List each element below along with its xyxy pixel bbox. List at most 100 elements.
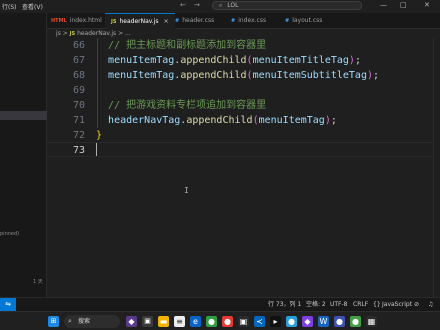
css-file-icon: #: [231, 18, 236, 24]
file-encoding[interactable]: UTF-8: [330, 298, 348, 311]
start-menu-icon[interactable]: ⊞: [48, 316, 59, 327]
code-line[interactable]: 70 // 把游戏资料专栏项追加到容器里: [47, 98, 427, 113]
line-endings[interactable]: CRLF: [353, 298, 368, 311]
js-file-icon: JS: [111, 19, 117, 25]
tab-layout-css[interactable]: # layout.css: [285, 13, 322, 29]
indentation-setting[interactable]: 空格: 2: [306, 298, 326, 311]
taskbar-search-label: 搜索: [78, 318, 91, 325]
terminal-icon[interactable]: ▸: [270, 316, 281, 327]
code-token: headerNavTag: [108, 115, 181, 126]
app-dark-icon[interactable]: ▣: [238, 316, 249, 327]
code-text: // 把主标题和副标题添加到容器里: [96, 38, 266, 53]
explorer-selected-item[interactable]: [0, 111, 47, 120]
minimize-button[interactable]: —: [380, 1, 387, 9]
code-line[interactable]: 69: [47, 83, 427, 98]
code-token: appendChild: [186, 115, 253, 126]
notifications-icon[interactable]: ♫: [428, 298, 433, 311]
taskbar-search[interactable]: ⌕ 搜索: [64, 315, 120, 328]
code-line[interactable]: 68 menuItemTag.appendChild(menuItemSubti…: [47, 68, 427, 83]
language-mode[interactable]: JavaScript: [382, 298, 412, 311]
code-line[interactable]: 67 menuItemTag.appendChild(menuItemTitle…: [47, 53, 427, 68]
editor-scrollbar[interactable]: [433, 38, 440, 297]
breadcrumb-symbol[interactable]: > ...: [118, 30, 131, 37]
cursor-position[interactable]: 行 73，列 1: [268, 298, 301, 311]
code-text: menuItemTag.appendChild(menuItemTitleTag…: [96, 53, 361, 68]
app-purple-icon[interactable]: ◆: [302, 316, 313, 327]
tab-header-css[interactable]: # header.css: [175, 13, 214, 29]
line-number: 70: [72, 100, 85, 111]
code-token: menuItemSubtitleTag: [252, 70, 367, 81]
html-file-icon: HTML: [51, 18, 67, 24]
breadcrumb-separator: >: [62, 30, 68, 37]
line-number: 68: [72, 70, 85, 81]
chrome-icon[interactable]: ●: [206, 316, 217, 327]
app-word-icon[interactable]: W: [318, 316, 329, 327]
code-token: menuItemTag: [108, 55, 175, 66]
code-token: }: [96, 130, 103, 141]
file-explorer-icon[interactable]: ▬: [158, 316, 169, 327]
back-arrow-icon[interactable]: ←: [180, 1, 186, 9]
css-file-icon: #: [285, 18, 290, 24]
breadcrumb-folder[interactable]: js: [56, 30, 61, 37]
tab-label: index.html: [69, 17, 102, 24]
js-file-icon: JS: [69, 31, 76, 37]
app-green-icon[interactable]: ●: [350, 316, 361, 327]
notepad-icon[interactable]: ≡: [174, 316, 185, 327]
code-line[interactable]: 71 headerNavTag.appendChild(menuItemTag)…: [47, 113, 427, 128]
breadcrumb-file[interactable]: headerNav.js: [77, 30, 116, 37]
tab-index-html[interactable]: HTML index.html: [51, 13, 102, 29]
explorer-sidebar: pinned) 1 天: [0, 13, 47, 297]
tab-label: header.css: [182, 17, 215, 24]
tab-headernav-js[interactable]: JS headerNav.js ×: [105, 13, 175, 29]
tab-index-css[interactable]: # index.css: [231, 13, 266, 29]
code-line[interactable]: 72}: [47, 128, 427, 143]
menu-item-view[interactable]: 查看(V): [22, 2, 43, 11]
breadcrumb: js > JS headerNav.js > ...: [56, 29, 131, 38]
search-icon: ⌕: [219, 2, 223, 9]
go-live-icon[interactable]: ⊘: [414, 298, 419, 311]
line-number: 67: [72, 55, 85, 66]
line-number: 66: [72, 40, 85, 51]
css-file-icon: #: [175, 18, 180, 24]
timeline-date: 1 天: [33, 279, 43, 285]
mouse-cursor-ibeam: I: [184, 186, 189, 195]
windows-taskbar: ⊞ ⌕ 搜索 ◆ ▣ ▬ ≡ e ● ● ▣ ≺ ▸ ● ◆ W ● ● ▦: [0, 311, 440, 330]
code-text: }: [96, 128, 102, 143]
command-center-search[interactable]: ⌕ LOL: [212, 1, 362, 10]
close-window-button[interactable]: ✕: [424, 1, 430, 9]
remote-indicator-icon[interactable]: ⇋: [0, 298, 16, 312]
code-line[interactable]: 73: [47, 143, 427, 158]
line-number: 72: [72, 130, 85, 141]
line-number: 69: [72, 85, 85, 96]
code-text: // 把游戏资料专栏项追加到容器里: [96, 98, 266, 113]
code-token: ;: [330, 115, 337, 126]
tab-label: layout.css: [292, 17, 323, 24]
editor-tabs: HTML index.html JS headerNav.js × # header.c…: [47, 13, 440, 29]
app-indigo-icon[interactable]: ●: [334, 316, 345, 327]
app-red-icon[interactable]: ●: [222, 316, 233, 327]
code-token: ;: [354, 55, 361, 66]
menu-item-partial[interactable]: 行(S): [2, 2, 17, 11]
search-text: LOL: [227, 2, 239, 9]
code-token: // 把主标题和副标题添加到容器里: [108, 40, 267, 51]
meet-icon[interactable]: ◆: [126, 316, 137, 327]
code-token: appendChild: [180, 70, 247, 81]
app-blue-icon[interactable]: ●: [286, 316, 297, 327]
forward-arrow-icon[interactable]: →: [194, 1, 200, 9]
vscode-icon[interactable]: ≺: [254, 316, 265, 327]
edge-browser-icon[interactable]: e: [190, 316, 201, 327]
close-tab-icon[interactable]: ×: [164, 18, 169, 25]
code-token: // 把游戏资料专栏项追加到容器里: [108, 100, 267, 111]
task-view-icon[interactable]: ▣: [142, 316, 153, 327]
code-token: menuItemTitleTag: [252, 55, 349, 66]
maximize-button[interactable]: □: [400, 1, 407, 9]
code-editor[interactable]: I 66 // 把主标题和副标题添加到容器里 67 menuItemTag.app…: [47, 38, 440, 297]
app-gray-icon[interactable]: ▦: [366, 316, 377, 327]
tab-label: headerNav.js: [119, 18, 159, 25]
code-token: menuItemTag: [258, 115, 325, 126]
language-braces-icon: {}: [373, 301, 381, 308]
code-line[interactable]: 66 // 把主标题和副标题添加到容器里: [47, 38, 427, 53]
